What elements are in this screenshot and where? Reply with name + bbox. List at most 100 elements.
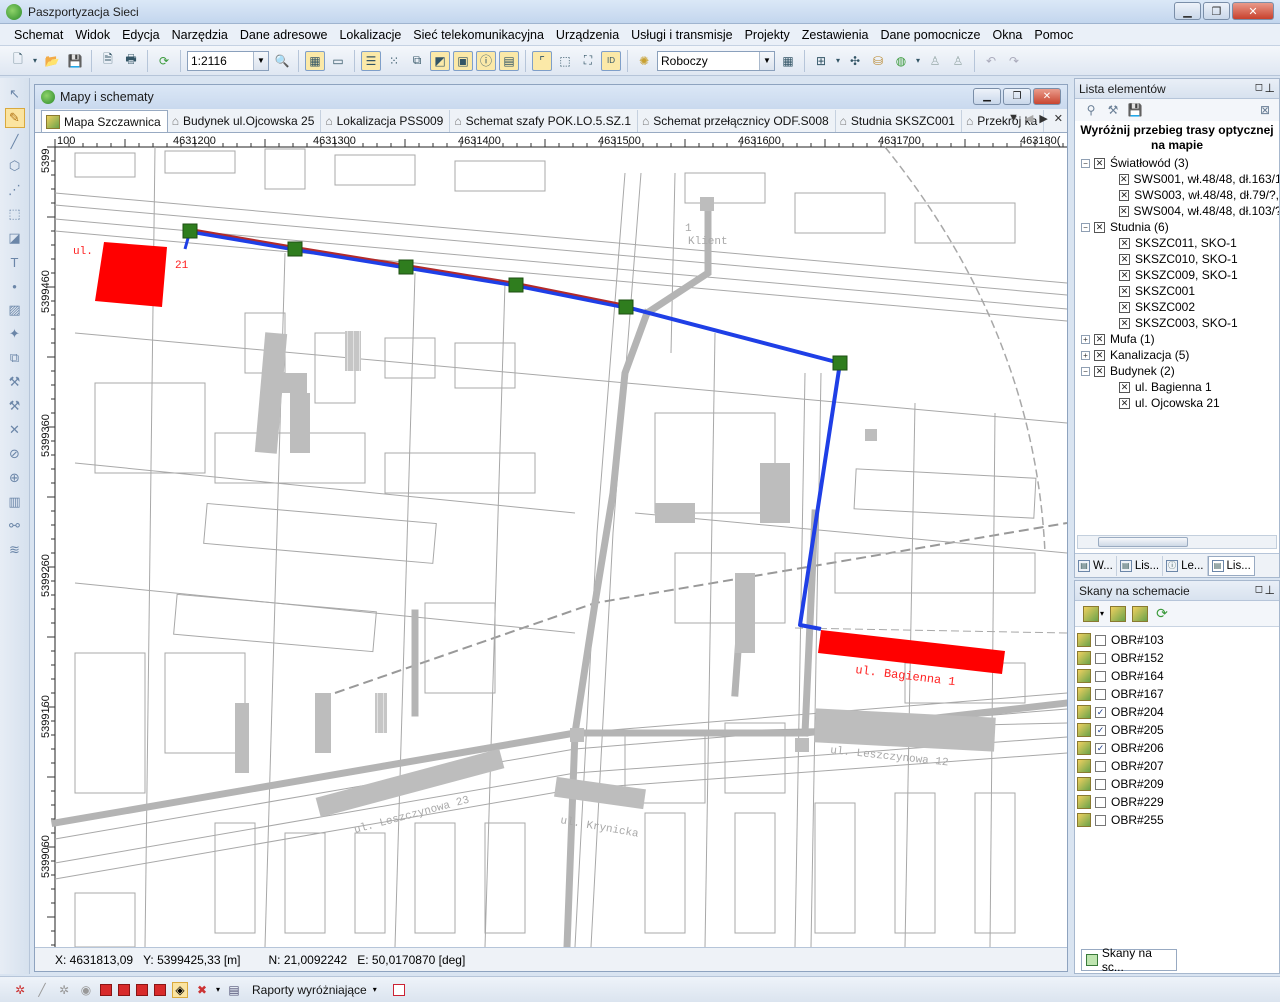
tree-checkbox[interactable]: ✕ xyxy=(1119,301,1130,313)
map-tab-0[interactable]: Mapa Szczawnica xyxy=(41,110,168,132)
map-tab-4[interactable]: ⌂ Schemat przełącznicy ODF.S008 xyxy=(638,110,836,132)
manhole-node[interactable] xyxy=(182,223,198,239)
menu-item-9[interactable]: Projekty xyxy=(739,28,796,42)
circle-icon[interactable]: ◉ xyxy=(78,982,94,998)
close-button[interactable]: ✕ xyxy=(1232,2,1274,20)
panel-tab-2[interactable]: ⓘ Le... xyxy=(1163,555,1208,576)
area-icon[interactable]: ⬚ xyxy=(555,51,575,71)
arrow-back-icon[interactable]: ↶ xyxy=(981,51,1001,71)
point-icon[interactable]: ● xyxy=(5,276,25,296)
map-tab-1[interactable]: ⌂ Budynek ul.Ojcowska 25 xyxy=(168,110,322,132)
scale-select[interactable]: 1:2116 ▼ xyxy=(187,50,269,71)
zoom-icon[interactable]: 🔍 xyxy=(272,51,292,71)
stop-icon[interactable]: ⊘ xyxy=(5,444,25,464)
red-square-icon[interactable] xyxy=(118,983,130,996)
tool-icon[interactable]: ⚒ xyxy=(5,372,25,392)
tool-alt-icon[interactable]: ⚒ xyxy=(5,396,25,416)
scan-item[interactable]: OBR#229 xyxy=(1077,793,1277,811)
scan-layer-icon[interactable]: ◩ xyxy=(430,50,450,71)
text-icon[interactable]: T xyxy=(5,252,25,272)
scrollbar-thumb[interactable] xyxy=(1098,537,1188,547)
crop-icon[interactable]: ⌜ xyxy=(532,50,552,71)
scans-bottom-tab[interactable]: Skany na sc... xyxy=(1081,946,1177,974)
panel-pin-icon[interactable]: ⊥ xyxy=(1265,583,1275,597)
chevron-right-icon[interactable]: ▶ xyxy=(1039,112,1047,125)
horizontal-scrollbar[interactable] xyxy=(1077,535,1277,549)
building-bagienna-1[interactable] xyxy=(818,630,1005,674)
measure-icon[interactable]: ✦ xyxy=(5,324,25,344)
tree-node[interactable]: − ✕ Budynek (2) xyxy=(1079,363,1279,379)
shape-icon[interactable]: ◪ xyxy=(5,228,25,248)
mode-select[interactable]: Roboczy ▼ xyxy=(657,50,775,71)
add-scan-icon[interactable] xyxy=(1083,605,1099,622)
raster-layer-icon[interactable]: ▣ xyxy=(453,50,473,71)
cable-icon[interactable]: ≋ xyxy=(5,540,25,560)
manhole-node[interactable] xyxy=(398,259,414,275)
panel-tab-0[interactable]: ▤ W... xyxy=(1075,555,1117,576)
tree-checkbox[interactable]: ✕ xyxy=(1119,269,1130,281)
save-icon[interactable]: 💾 xyxy=(65,51,85,71)
panel-tab-1[interactable]: ▤ Lis... xyxy=(1117,555,1164,576)
scan-item[interactable]: OBR#209 xyxy=(1077,775,1277,793)
connection-icon[interactable]: ⚯ xyxy=(5,516,25,536)
chevron-down-icon[interactable]: ▾ xyxy=(373,985,377,994)
tree-node[interactable]: ✕ SKSZC002 xyxy=(1079,299,1279,315)
tree-checkbox[interactable]: ✕ xyxy=(1094,333,1105,345)
map-svg[interactable]: 100 4631200 4631300 4631400 4631500 4631… xyxy=(35,133,1067,947)
pin-icon[interactable]: ◻ xyxy=(1255,82,1263,93)
gear-icon[interactable]: ✲ xyxy=(56,982,72,998)
red-square-icon[interactable] xyxy=(100,983,112,996)
network-node-icon[interactable]: ✲ xyxy=(12,982,28,998)
scan-checkbox[interactable] xyxy=(1095,796,1106,808)
id-icon[interactable]: ID xyxy=(601,50,621,71)
node-icon[interactable]: ⊕ xyxy=(5,468,25,488)
refresh-icon[interactable]: ⟳ xyxy=(1154,605,1170,622)
tree-node[interactable]: ✕ SKSZC003, SKO-1 xyxy=(1079,315,1279,331)
line-icon[interactable]: ╱ xyxy=(5,132,25,152)
minimize-button[interactable]: ▁ xyxy=(1174,2,1201,20)
scan-checkbox[interactable] xyxy=(1095,778,1106,790)
map-minimize-button[interactable]: ▁ xyxy=(973,88,1001,105)
menu-item-13[interactable]: Pomoc xyxy=(1028,28,1079,42)
map-view-icon[interactable]: ▭ xyxy=(328,51,348,71)
collapse-icon[interactable]: − xyxy=(1081,222,1090,232)
dropdown-arrow-icon[interactable]: ▾ xyxy=(834,51,842,71)
manhole-node[interactable] xyxy=(508,277,524,293)
open-folder-icon[interactable]: 📂 xyxy=(42,51,62,71)
clear-highlight-icon[interactable]: ✖ xyxy=(194,982,210,998)
polyline-icon[interactable]: ⋰ xyxy=(5,180,25,200)
scan-checkbox[interactable] xyxy=(1095,634,1106,646)
tree-checkbox[interactable]: ✕ xyxy=(1119,397,1130,409)
tree-node[interactable]: ✕ SKSZC001 xyxy=(1079,283,1279,299)
scan-item[interactable]: OBR#207 xyxy=(1077,757,1277,775)
save-list-icon[interactable]: 💾 xyxy=(1127,102,1143,118)
scan-checkbox[interactable] xyxy=(1095,814,1106,826)
user-icon[interactable]: ♙ xyxy=(925,51,945,71)
map-tab-3[interactable]: ⌂ Schemat szafy POK.LO.5.SZ.1 xyxy=(450,110,639,132)
scan-item[interactable]: OBR#167 xyxy=(1077,685,1277,703)
tree-node[interactable]: ✕ SWS003, wł.48/48, dł.79/?, xyxy=(1079,187,1279,203)
menu-item-12[interactable]: Okna xyxy=(987,28,1029,42)
manhole-node[interactable] xyxy=(832,355,848,371)
tree-node[interactable]: ✕ SKSZC010, SKO-1 xyxy=(1079,251,1279,267)
dropdown-arrow-icon[interactable]: ▾ xyxy=(216,985,220,994)
polygon-icon[interactable]: ⬡ xyxy=(5,156,25,176)
line-tool-icon[interactable]: ╱ xyxy=(34,982,50,998)
tree-checkbox[interactable]: ✕ xyxy=(1094,365,1105,377)
delete-icon[interactable]: ✕ xyxy=(5,420,25,440)
select-area-icon[interactable]: ⛶ xyxy=(578,51,598,71)
tree-checkbox[interactable]: ✕ xyxy=(1119,285,1130,297)
table-icon[interactable]: ▤ xyxy=(499,50,519,71)
dropdown-arrow-icon[interactable]: ▾ xyxy=(31,51,39,71)
lightbulb-icon[interactable]: ✺ xyxy=(634,51,654,71)
map-restore-button[interactable]: ❐ xyxy=(1003,88,1031,105)
grid-icon[interactable]: ⁙ xyxy=(384,51,404,71)
pin-icon[interactable]: ◻ xyxy=(1255,584,1263,595)
map-tab-2[interactable]: ⌂ Lokalizacja PSS009 xyxy=(321,110,451,132)
tree-checkbox[interactable]: ✕ xyxy=(1119,237,1130,249)
close-tab-icon[interactable]: ✕ xyxy=(1054,112,1063,125)
arrow-forward-icon[interactable]: ↷ xyxy=(1004,51,1024,71)
tree-node[interactable]: − ✕ Światłowód (3) xyxy=(1079,155,1279,171)
reports-button[interactable]: Raporty wyróżniające xyxy=(252,983,367,997)
user-edit-icon[interactable]: ♙ xyxy=(948,51,968,71)
